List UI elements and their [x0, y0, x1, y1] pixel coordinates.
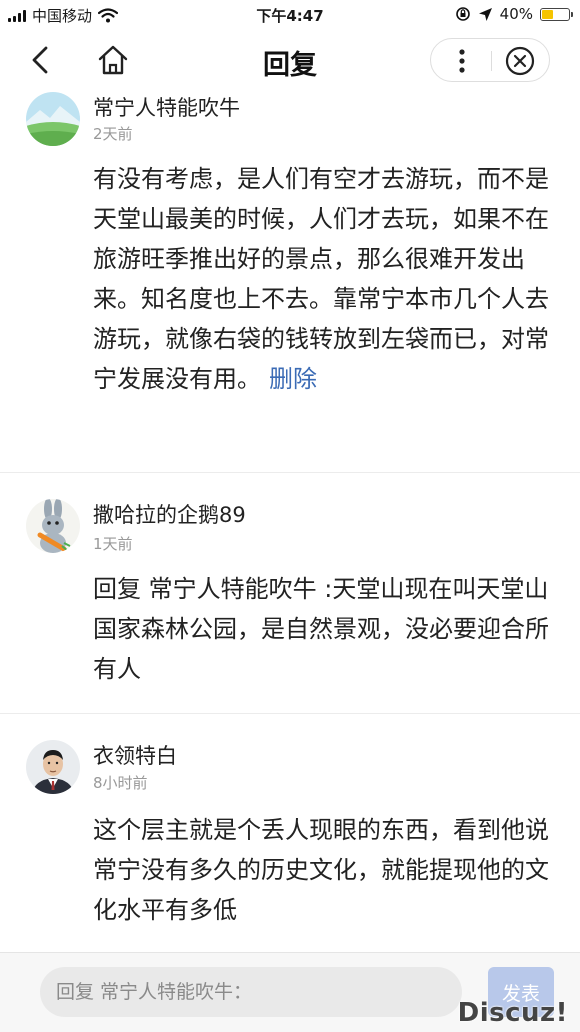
mini-program-capsule	[430, 38, 550, 82]
location-icon	[478, 7, 492, 21]
comment-author[interactable]: 衣领特白	[93, 740, 177, 770]
reply-input[interactable]	[40, 967, 462, 1017]
comment-author[interactable]: 常宁人特能吹牛	[93, 92, 240, 122]
reply-bar: 发表 Discuz!	[0, 952, 580, 1032]
close-circle-icon[interactable]	[503, 44, 537, 78]
rabbit-avatar-icon	[26, 499, 80, 553]
back-arrow-icon[interactable]	[22, 42, 58, 78]
battery-fill	[542, 9, 554, 19]
comment-item: 衣领特白 8小时前 这个层主就是个丢人现眼的东西，看到他说常宁没有多久的历史文化…	[0, 714, 580, 950]
comment-author[interactable]: 撒哈拉的企鹅89	[93, 499, 246, 529]
comment-item: 撒哈拉的企鹅89 1天前 回复 常宁人特能吹牛 :天堂山现在叫天堂山国家森林公园…	[0, 473, 580, 713]
orientation-lock-icon	[455, 7, 470, 21]
avatar[interactable]	[26, 92, 80, 146]
avatar[interactable]	[26, 499, 80, 553]
comment-content: 这个层主就是个丢人现眼的东西，看到他说常宁没有多久的历史文化，就能提现他的文化水…	[93, 810, 553, 930]
comment-item: 常宁人特能吹牛 2天前 有没有考虑，是人们有空才去游玩，而不是天堂山最美的时候，…	[0, 88, 580, 472]
avatar[interactable]	[26, 740, 80, 794]
comment-time: 8小时前	[93, 774, 148, 792]
status-bar: 中国移动 下午4:47 40%	[0, 0, 580, 30]
capsule-divider	[491, 51, 492, 71]
landscape-avatar-icon	[26, 92, 80, 146]
comment-content: 回复 常宁人特能吹牛 :天堂山现在叫天堂山国家森林公园，是自然景观，没必要迎合所…	[93, 569, 553, 689]
battery-percent: 40%	[499, 5, 533, 23]
comment-text: 有没有考虑，是人们有空才去游玩，而不是天堂山最美的时候，人们才去玩，如果不在旅游…	[93, 165, 549, 393]
delete-link[interactable]: 删除	[269, 365, 317, 393]
comment-content: 有没有考虑，是人们有空才去游玩，而不是天堂山最美的时候，人们才去玩，如果不在旅游…	[93, 159, 553, 399]
home-icon[interactable]	[95, 42, 131, 78]
comment-time: 2天前	[93, 125, 133, 143]
battery-icon	[540, 7, 573, 21]
status-right: 40%	[455, 5, 573, 23]
comment-time: 1天前	[93, 535, 133, 553]
comment-text: 这个层主就是个丢人现眼的东西，看到他说常宁没有多久的历史文化，就能提现他的文化水…	[93, 816, 549, 924]
more-dots-icon[interactable]	[445, 44, 479, 78]
man-avatar-icon	[26, 740, 80, 794]
comment-text: 回复 常宁人特能吹牛 :天堂山现在叫天堂山国家森林公园，是自然景观，没必要迎合所…	[93, 575, 549, 683]
nav-bar: 回复	[0, 30, 580, 88]
discuz-watermark: Discuz!	[457, 998, 568, 1028]
